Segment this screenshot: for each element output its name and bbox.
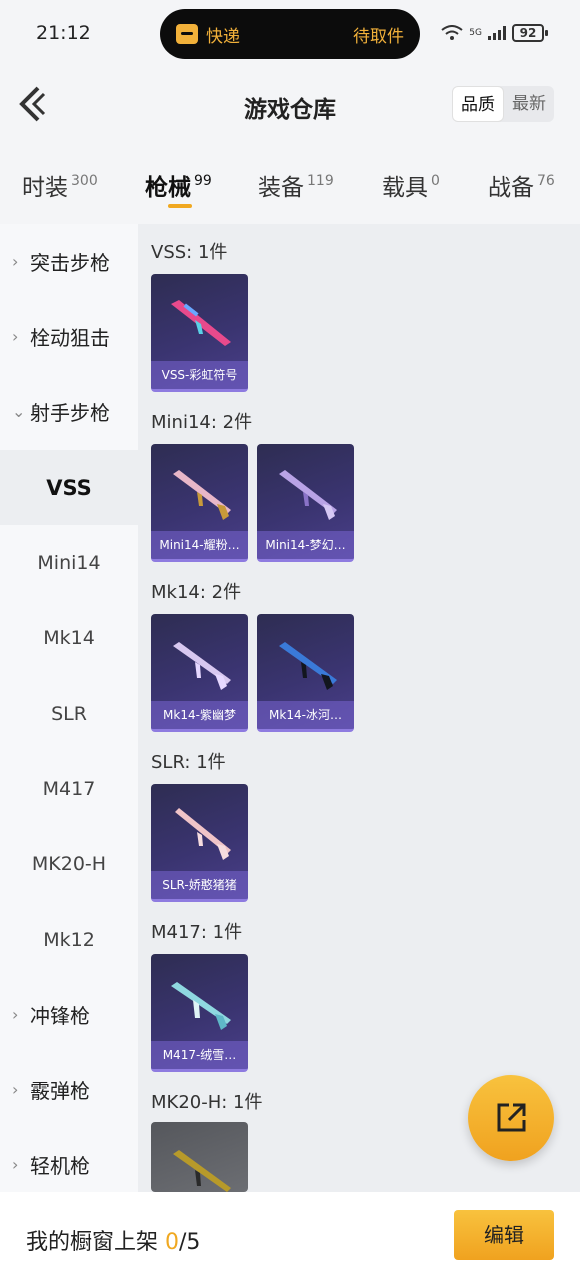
weapon-card[interactable]: M417-绒雪…: [151, 954, 248, 1072]
weapon-card[interactable]: Mini14-梦幻…: [257, 444, 354, 562]
weapon-card[interactable]: Mini14-耀粉…: [151, 444, 248, 562]
section-title-mk20h: MK20-H: 1件: [151, 1092, 263, 1113]
weapon-name: Mk14-冰河…: [257, 701, 354, 729]
weapon-name: Mini14-梦幻…: [257, 531, 354, 559]
section-title-m417: M417: 1件: [151, 922, 243, 943]
chevron-right-icon: ›: [12, 327, 19, 346]
weapon-name: Mini14-耀粉…: [151, 531, 248, 559]
chevron-right-icon: ›: [12, 1005, 19, 1024]
sidebar-item-shotgun[interactable]: › 霰弹枪: [0, 1052, 138, 1127]
status-time: 21:12: [36, 22, 91, 44]
category-tabs: 时装 300 枪械 99 装备 119 载具 0 战备 76: [0, 146, 580, 224]
system-icons: 5G 92: [441, 24, 548, 42]
sidebar-item-label: 轻机枪: [30, 1154, 90, 1178]
weapon-skin-image: [279, 642, 337, 690]
weapon-name: M417-绒雪…: [151, 1041, 248, 1069]
showcase-label: 我的橱窗上架 0/5: [26, 1224, 200, 1256]
weapon-skin-image: [175, 808, 231, 860]
tab-vehicles[interactable]: 载具 0: [382, 168, 440, 202]
island-label: 快递: [206, 26, 240, 47]
battery-icon: 92: [512, 24, 548, 42]
section-title-vss: VSS: 1件: [151, 242, 228, 263]
sidebar-item-bolt-sniper[interactable]: › 栓动狙击: [0, 299, 138, 374]
sidebar-sub-mk12[interactable]: Mk12: [0, 902, 138, 977]
sidebar-item-label: 霰弹枪: [30, 1079, 90, 1103]
section-title-mini14: Mini14: 2件: [151, 412, 253, 433]
showcase-bar: 我的橱窗上架 0/5 编辑: [0, 1192, 580, 1280]
sidebar-item-lmg[interactable]: › 轻机枪: [0, 1127, 138, 1202]
weapon-card[interactable]: Mk14-冰河…: [257, 614, 354, 732]
sidebar-item-label: 突击步枪: [30, 251, 110, 275]
signal-icon: [488, 26, 506, 40]
tab-count: 300: [71, 173, 98, 189]
showcase-total-count: /5: [179, 1230, 201, 1255]
sidebar-item-label: 射手步枪: [30, 401, 110, 425]
sidebar-sub-vss[interactable]: VSS: [0, 450, 138, 525]
sidebar-sub-m417[interactable]: M417: [0, 751, 138, 826]
active-tab-indicator: [168, 204, 192, 208]
weapon-card[interactable]: VSS-彩虹符号: [151, 274, 248, 392]
section-title-slr: SLR: 1件: [151, 752, 226, 773]
sidebar-sub-mk14[interactable]: Mk14: [0, 600, 138, 675]
share-icon: [497, 1103, 526, 1132]
sidebar-sub-slr[interactable]: SLR: [0, 676, 138, 751]
island-status: 待取件: [353, 26, 404, 47]
tab-label: 时装: [22, 175, 68, 201]
weapon-skin-image: [173, 470, 231, 520]
tab-count: 0: [431, 173, 440, 189]
sidebar-item-marksman-rifle[interactable]: ⌄ 射手步枪: [0, 374, 138, 449]
chevron-right-icon: ›: [12, 1080, 19, 1099]
share-button[interactable]: [468, 1075, 554, 1161]
weapon-skin-image: [171, 982, 231, 1030]
showcase-text: 我的橱窗上架: [26, 1230, 159, 1255]
tab-count: 99: [194, 173, 212, 189]
chevron-right-icon: ›: [12, 252, 19, 271]
weapon-skin-image: [173, 1150, 231, 1192]
weapon-name: SLR-娇憨猪猪: [151, 871, 248, 899]
weapon-card[interactable]: Mk14-紫幽梦: [151, 614, 248, 732]
chevron-right-icon: ›: [12, 1155, 19, 1174]
tab-label: 载具: [382, 175, 428, 201]
weapon-name: VSS-彩虹符号: [151, 361, 248, 389]
tab-label: 枪械: [145, 175, 191, 201]
weapon-list: VSS: 1件 VSS-彩虹符号 Mini14: 2件 Mini14-耀粉… M…: [138, 224, 580, 1192]
showcase-current-count: 0: [165, 1230, 180, 1255]
tab-equipment[interactable]: 装备 119: [258, 168, 334, 202]
weapon-category-sidebar: › 突击步枪 › 栓动狙击 ⌄ 射手步枪 VSS Mini14 Mk14 SLR…: [0, 224, 138, 1192]
sidebar-item-label: 冲锋枪: [30, 1004, 90, 1028]
sidebar-item-smg[interactable]: › 冲锋枪: [0, 977, 138, 1052]
tab-label: 装备: [258, 175, 304, 201]
sort-quality-button[interactable]: 品质: [452, 86, 504, 122]
tab-firearms[interactable]: 枪械 99: [145, 168, 212, 202]
sidebar-item-label: 栓动狙击: [30, 326, 110, 350]
chevron-down-icon: ⌄: [12, 402, 26, 421]
tab-count: 76: [537, 173, 555, 189]
tab-count: 119: [307, 173, 334, 189]
sidebar-item-assault-rifle[interactable]: › 突击步枪: [0, 224, 138, 299]
sidebar-sub-mini14[interactable]: Mini14: [0, 525, 138, 600]
tab-fashion[interactable]: 时装 300: [22, 168, 98, 202]
dynamic-island[interactable]: 快递 待取件: [160, 9, 420, 59]
wifi-icon: [441, 25, 463, 40]
weapon-card[interactable]: [151, 1122, 248, 1192]
status-bar: 21:12 快递 待取件 5G 92: [0, 0, 580, 62]
weapon-skin-image: [173, 642, 231, 690]
weapon-skin-image: [279, 470, 337, 520]
weapon-card[interactable]: SLR-娇憨猪猪: [151, 784, 248, 902]
weapon-name: Mk14-紫幽梦: [151, 701, 248, 729]
sidebar-sub-mk20h[interactable]: MK20-H: [0, 826, 138, 901]
edit-button[interactable]: 编辑: [454, 1210, 554, 1260]
package-icon: [176, 24, 198, 44]
tab-label: 战备: [488, 175, 534, 201]
tab-tactical[interactable]: 战备 76: [488, 168, 555, 202]
section-title-mk14: Mk14: 2件: [151, 582, 242, 603]
weapon-skin-image: [171, 300, 231, 346]
sort-toggle[interactable]: 品质 最新: [452, 86, 554, 122]
page-header: 游戏仓库 品质 最新: [0, 62, 580, 146]
sort-latest-button[interactable]: 最新: [504, 86, 554, 122]
network-label: 5G: [469, 27, 482, 38]
